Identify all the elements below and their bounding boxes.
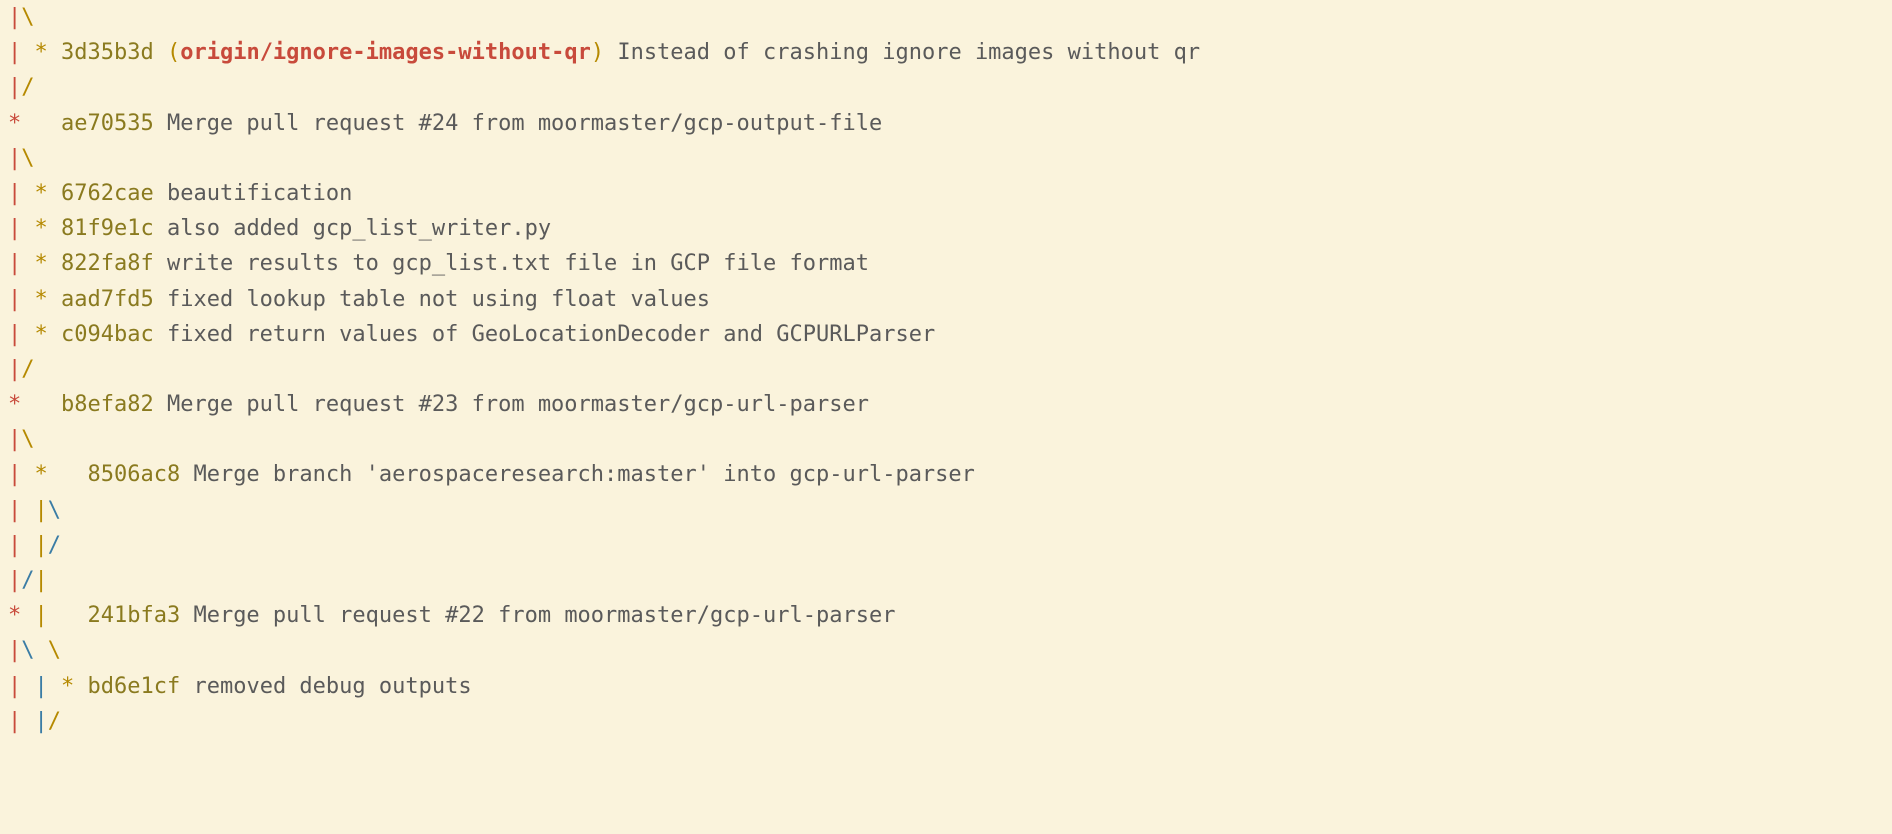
- graph-segment: *: [8, 111, 61, 136]
- graph-segment: |: [8, 146, 21, 171]
- log-line: | | * bd6e1cf removed debug outputs: [8, 669, 1884, 704]
- graph-segment: |: [8, 709, 35, 734]
- graph-segment: |: [8, 75, 21, 100]
- log-line: | * 822fa8f write results to gcp_list.tx…: [8, 246, 1884, 281]
- graph-segment: \: [48, 638, 61, 663]
- graph-segment: /: [21, 357, 34, 382]
- graph-segment: \: [21, 5, 34, 30]
- log-line: | * aad7fd5 fixed lookup table not using…: [8, 282, 1884, 317]
- graph-segment: /: [48, 709, 61, 734]
- graph-segment: |: [8, 40, 35, 65]
- paren: (: [167, 40, 180, 65]
- graph-segment: /: [21, 75, 34, 100]
- graph-segment: *: [8, 603, 35, 628]
- graph-segment: |: [35, 533, 48, 558]
- commit-hash[interactable]: c094bac: [61, 322, 167, 347]
- log-line: | |\: [8, 493, 1884, 528]
- graph-segment: |: [35, 603, 88, 628]
- paren: ): [591, 40, 604, 65]
- graph-segment: /: [21, 568, 34, 593]
- commit-hash[interactable]: 8506ac8: [87, 462, 193, 487]
- graph-segment: *: [35, 322, 62, 347]
- graph-segment: |: [8, 462, 35, 487]
- graph-segment: |: [8, 287, 35, 312]
- graph-segment: |: [35, 568, 48, 593]
- log-line: * b8efa82 Merge pull request #23 from mo…: [8, 387, 1884, 422]
- log-line: | |/: [8, 528, 1884, 563]
- commit-message: fixed return values of GeoLocationDecode…: [167, 322, 935, 347]
- graph-segment: |: [8, 568, 21, 593]
- commit-hash[interactable]: ae70535: [61, 111, 167, 136]
- log-line: | * 8506ac8 Merge branch 'aerospaceresea…: [8, 457, 1884, 492]
- graph-segment: |: [8, 251, 35, 276]
- commit-message: write results to gcp_list.txt file in GC…: [167, 251, 869, 276]
- graph-segment: |: [35, 709, 48, 734]
- log-line: |\: [8, 422, 1884, 457]
- commit-message: beautification: [167, 181, 352, 206]
- graph-segment: |: [8, 5, 21, 30]
- git-log-graph: |\| * 3d35b3d (origin/ignore-images-with…: [0, 0, 1892, 739]
- graph-segment: *: [35, 181, 62, 206]
- commit-hash[interactable]: b8efa82: [61, 392, 167, 417]
- graph-segment: |: [35, 498, 48, 523]
- log-line: |\ \: [8, 633, 1884, 668]
- log-line: |/|: [8, 563, 1884, 598]
- log-line: | * 81f9e1c also added gcp_list_writer.p…: [8, 211, 1884, 246]
- graph-segment: |: [8, 357, 21, 382]
- graph-segment: *: [35, 287, 62, 312]
- commit-message: also added gcp_list_writer.py: [167, 216, 551, 241]
- log-line: | * 6762cae beautification: [8, 176, 1884, 211]
- log-line: | |/: [8, 704, 1884, 739]
- log-line: |\: [8, 141, 1884, 176]
- graph-segment: |: [8, 216, 35, 241]
- graph-segment: *: [35, 40, 62, 65]
- log-line: | * 3d35b3d (origin/ignore-images-withou…: [8, 35, 1884, 70]
- graph-segment: |: [8, 322, 35, 347]
- log-line: |/: [8, 70, 1884, 105]
- commit-hash[interactable]: bd6e1cf: [88, 674, 194, 699]
- branch-ref[interactable]: origin/ignore-images-without-qr: [180, 40, 591, 65]
- commit-message: removed debug outputs: [193, 674, 471, 699]
- log-line: | * c094bac fixed return values of GeoLo…: [8, 317, 1884, 352]
- commit-hash[interactable]: 822fa8f: [61, 251, 167, 276]
- graph-segment: |: [35, 674, 62, 699]
- graph-segment: |: [8, 181, 35, 206]
- log-line: * ae70535 Merge pull request #24 from mo…: [8, 106, 1884, 141]
- commit-message: Merge pull request #23 from moormaster/g…: [167, 392, 869, 417]
- log-line: |\: [8, 0, 1884, 35]
- commit-hash[interactable]: 6762cae: [61, 181, 167, 206]
- graph-segment: \: [21, 427, 34, 452]
- commit-message: fixed lookup table not using float value…: [167, 287, 710, 312]
- graph-segment: |: [8, 427, 21, 452]
- graph-segment: *: [35, 216, 62, 241]
- commit-hash[interactable]: 81f9e1c: [61, 216, 167, 241]
- graph-segment: *: [8, 392, 61, 417]
- graph-segment: |: [8, 638, 21, 663]
- graph-segment: *: [61, 674, 88, 699]
- graph-segment: *: [35, 251, 62, 276]
- log-line: |/: [8, 352, 1884, 387]
- graph-segment: /: [48, 533, 61, 558]
- graph-segment: \: [21, 146, 34, 171]
- log-line: * | 241bfa3 Merge pull request #22 from …: [8, 598, 1884, 633]
- commit-hash[interactable]: 3d35b3d: [61, 40, 167, 65]
- commit-message: Merge pull request #22 from moormaster/g…: [193, 603, 895, 628]
- graph-segment: *: [35, 462, 88, 487]
- graph-segment: |: [8, 674, 35, 699]
- graph-segment: \: [48, 498, 61, 523]
- graph-segment: \: [21, 638, 48, 663]
- graph-segment: |: [8, 498, 35, 523]
- commit-message: Merge branch 'aerospaceresearch:master' …: [193, 462, 974, 487]
- commit-message: Instead of crashing ignore images withou…: [604, 40, 1200, 65]
- commit-message: Merge pull request #24 from moormaster/g…: [167, 111, 882, 136]
- commit-hash[interactable]: aad7fd5: [61, 287, 167, 312]
- graph-segment: |: [8, 533, 35, 558]
- commit-hash[interactable]: 241bfa3: [87, 603, 193, 628]
